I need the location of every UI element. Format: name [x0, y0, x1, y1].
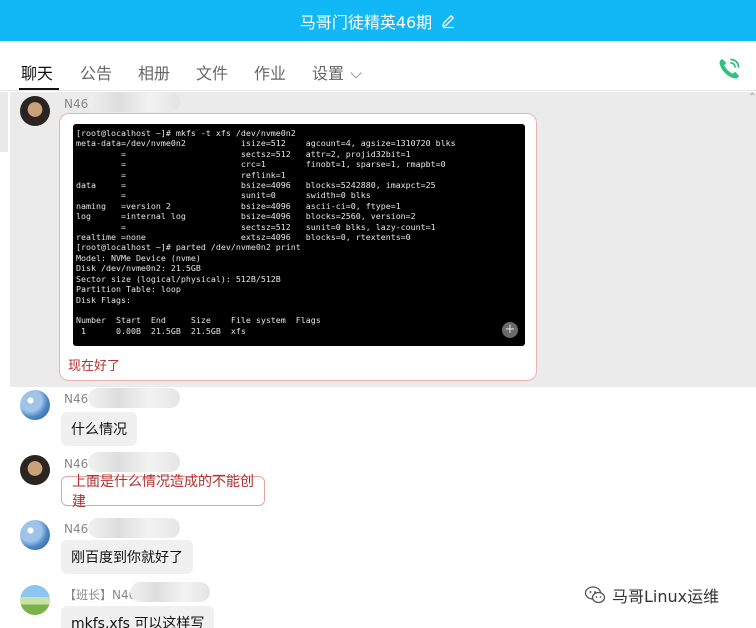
blurred-name	[130, 582, 210, 602]
terminal-line: Sector size (logical/physical): 512B/512…	[76, 273, 281, 284]
left-strip	[0, 92, 8, 152]
phone-icon[interactable]	[716, 56, 742, 82]
terminal-line: = crc=1 finobt=1, sparse=1, rmapbt=0	[76, 159, 446, 170]
message-bubble[interactable]: 刚百度到你就好了	[61, 540, 193, 574]
message-bubble[interactable]: [root@localhost ~]# mkfs -t xfs /dev/nvm…	[59, 113, 537, 381]
blurred-name	[88, 92, 180, 112]
tab-settings-label: 设置	[312, 64, 345, 83]
avatar[interactable]	[20, 585, 50, 615]
sender-name: N46	[64, 392, 89, 406]
chat-area[interactable]: ⌃ N46 [root@localhost ~]# mkfs -t xfs /d…	[0, 92, 756, 628]
active-tab-indicator	[19, 88, 59, 90]
message-text: 刚百度到你就好了	[71, 550, 183, 566]
tab-homework[interactable]: 作业	[254, 60, 286, 84]
tab-bar: 聊天 公告 相册 文件 作业 设置	[0, 41, 756, 91]
terminal-screenshot[interactable]: [root@localhost ~]# mkfs -t xfs /dev/nvm…	[73, 124, 525, 346]
message-bubble[interactable]: 上面是什么情况造成的不能创建	[61, 474, 265, 510]
group-title: 马哥门徒精英46期	[299, 12, 433, 32]
message-text: mkfs.xfs 可以这样写	[71, 616, 205, 628]
watermark-text: 马哥Linux运维	[612, 587, 720, 606]
avatar[interactable]	[20, 96, 50, 126]
terminal-line: Partition Table: loop	[76, 284, 181, 295]
terminal-line: = sectsz=512 attr=2, projid32bit=1	[76, 148, 411, 159]
message-bubble[interactable]: mkfs.xfs 可以这样写	[61, 606, 215, 628]
avatar[interactable]	[20, 455, 50, 485]
terminal-line: Disk Flags:	[76, 294, 131, 305]
terminal-line: realtime =none extsz=4096 blocks=0, rtex…	[76, 232, 411, 243]
tab-announcement[interactable]: 公告	[80, 60, 112, 84]
message-caption: 现在好了	[68, 359, 121, 374]
terminal-line: meta-data=/dev/nvme0n2 isize=512 agcount…	[76, 138, 456, 149]
title-bar: 马哥门徒精英46期	[0, 0, 756, 41]
terminal-line: = sunit=0 swidth=0 blks	[76, 190, 371, 201]
blurred-name	[88, 388, 180, 408]
terminal-line: naming =version 2 bsize=4096 ascii-ci=0,…	[76, 200, 401, 211]
watermark: 马哥Linux运维	[584, 583, 719, 607]
scroll-indicator[interactable]: ⌃	[748, 92, 756, 104]
tab-files[interactable]: 文件	[196, 60, 228, 84]
tab-album[interactable]: 相册	[138, 60, 170, 84]
message-text: 什么情况	[71, 422, 127, 438]
terminal-line: data = bsize=4096 blocks=5242880, imaxpc…	[76, 180, 436, 191]
terminal-line: = reflink=1	[76, 169, 286, 180]
pencil-icon[interactable]	[440, 13, 456, 29]
message-bubble[interactable]: 什么情况	[61, 412, 137, 446]
tab-settings[interactable]: 设置	[312, 60, 362, 84]
terminal-line: log =internal log bsize=4096 blocks=2560…	[76, 211, 416, 222]
message-text: 上面是什么情况造成的不能创建	[72, 474, 254, 510]
terminal-line: = sectsz=512 sunit=0 blks, lazy-count=1	[76, 221, 436, 232]
terminal-line: Model: NVMe Device (nvme)	[76, 252, 201, 263]
blurred-name	[88, 452, 180, 472]
sender-name: 【班长】N46	[64, 588, 137, 602]
terminal-line: Disk /dev/nvme0n2: 21.5GB	[76, 263, 201, 274]
plus-icon[interactable]: +	[502, 322, 518, 338]
avatar[interactable]	[20, 390, 50, 420]
avatar[interactable]	[20, 520, 50, 550]
terminal-line: [root@localhost ~]# parted /dev/nvme0n2 …	[76, 242, 301, 253]
sender-name: N46	[64, 97, 89, 111]
chevron-down-icon	[350, 67, 362, 79]
wechat-icon	[584, 586, 606, 604]
tab-chat[interactable]: 聊天	[21, 60, 53, 84]
sender-name: N46	[64, 457, 89, 471]
blurred-name	[88, 518, 180, 538]
terminal-line: [root@localhost ~]# mkfs -t xfs /dev/nvm…	[76, 128, 296, 138]
terminal-line: 1 0.00B 21.5GB 21.5GB xfs	[76, 325, 246, 336]
sender-name: N46	[64, 522, 89, 536]
terminal-line: Number Start End Size File system Flags	[76, 315, 321, 326]
